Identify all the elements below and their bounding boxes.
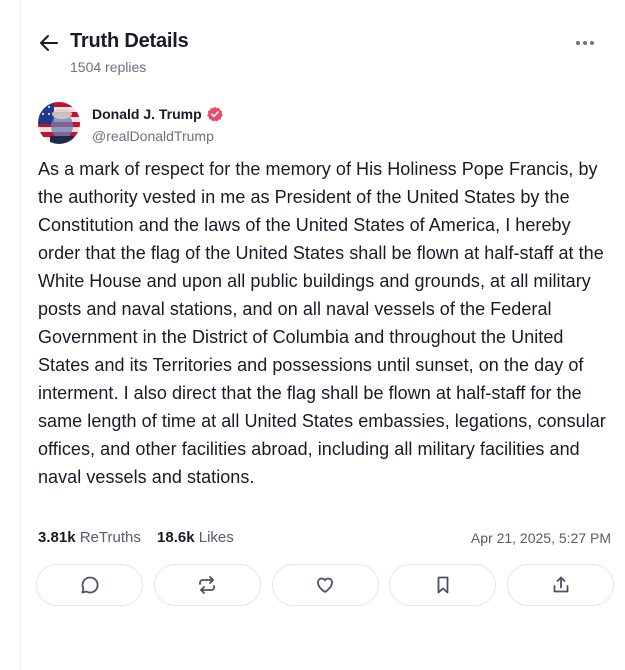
reply-button[interactable] <box>36 564 143 606</box>
retruths-label: ReTruths <box>79 529 141 546</box>
bookmark-icon <box>437 576 449 594</box>
retruths-count: 3.81k <box>38 529 76 546</box>
more-options-button[interactable] <box>571 32 599 54</box>
arrow-left-icon <box>40 35 58 51</box>
like-button[interactable] <box>271 564 379 606</box>
likes-label: Likes <box>198 529 234 546</box>
reply-count: 1504 replies <box>70 59 147 75</box>
share-button[interactable] <box>507 564 614 606</box>
likes-stat[interactable]: 18.6k Likes <box>157 529 234 546</box>
ellipsis-icon <box>576 41 594 45</box>
post-timestamp: Apr 21, 2025, 5:27 PM <box>470 530 611 546</box>
post-stats: 3.81k ReTruths 18.6k Likes Apr 21, 2025,… <box>38 529 613 551</box>
avatar-image <box>38 102 80 144</box>
bookmark-button[interactable] <box>389 564 497 606</box>
left-border <box>20 0 21 670</box>
verified-badge-icon <box>206 106 223 122</box>
post-author: Donald J. Trump @realDonaldTrump <box>38 102 611 146</box>
avatar[interactable] <box>38 102 80 144</box>
repost-icon <box>199 576 216 594</box>
action-bar <box>36 564 614 608</box>
share-icon <box>553 576 568 593</box>
page-title: Truth Details <box>70 30 189 52</box>
speech-bubble-icon <box>81 576 98 594</box>
likes-count: 18.6k <box>157 529 195 546</box>
page-header: Truth Details 1504 replies <box>38 28 611 78</box>
author-handle[interactable]: @realDonaldTrump <box>92 128 214 144</box>
retruths-stat[interactable]: 3.81k ReTruths <box>38 529 141 546</box>
author-name[interactable]: Donald J. Trump <box>92 106 202 122</box>
name-row: Donald J. Trump <box>92 106 223 122</box>
back-button[interactable] <box>38 33 60 53</box>
heart-icon <box>317 577 333 593</box>
post-body: As a mark of respect for the memory of H… <box>38 159 606 487</box>
retruth-button[interactable] <box>153 564 261 606</box>
